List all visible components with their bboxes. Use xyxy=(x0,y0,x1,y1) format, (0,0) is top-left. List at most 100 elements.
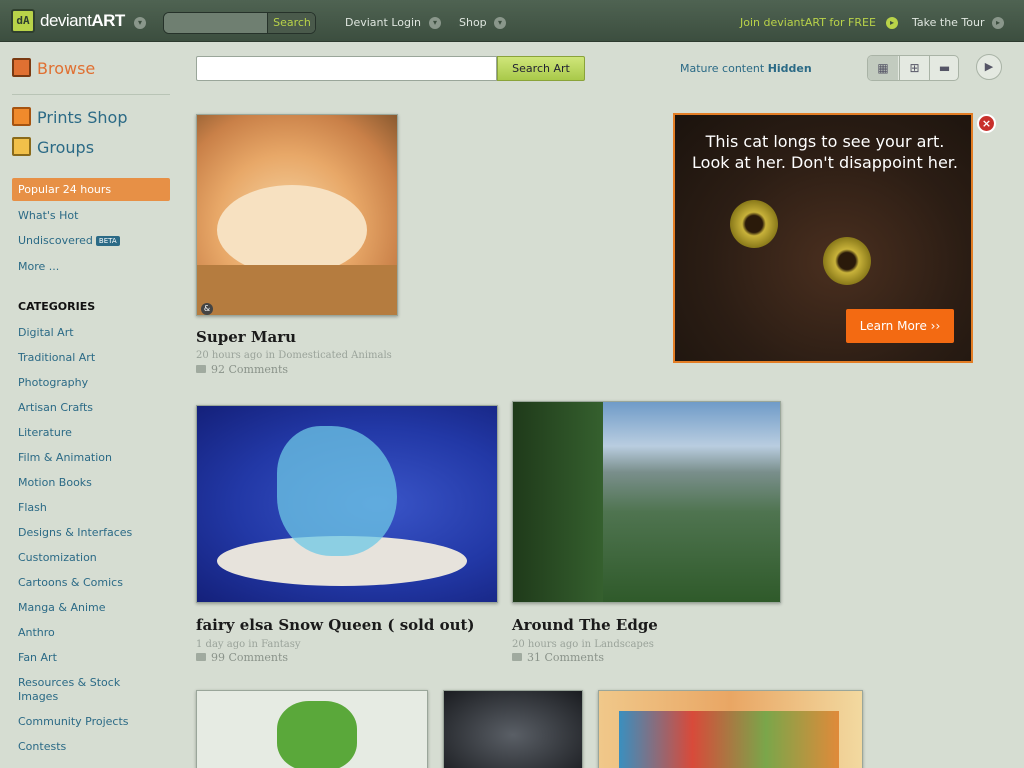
comments-count: 92 Comments xyxy=(211,363,289,376)
mature-label: Mature content xyxy=(680,62,765,75)
join-link[interactable]: Join deviantART for FREE xyxy=(740,16,876,29)
artwork-thumbnail-fairy-elsa[interactable] xyxy=(196,405,498,603)
artwork-comments[interactable]: 92 Comments xyxy=(196,363,288,376)
comment-icon xyxy=(196,653,206,661)
category-item[interactable]: Community Projects xyxy=(18,715,129,728)
artwork-title[interactable]: Around The Edge xyxy=(512,616,658,634)
top-search-box: Search xyxy=(163,12,316,34)
sidebar-more[interactable]: More ... xyxy=(18,260,59,273)
artwork-thumbnail-super-maru[interactable]: & xyxy=(196,114,398,316)
category-item[interactable]: Contests xyxy=(18,740,66,753)
mature-content-toggle[interactable]: Mature content Hidden xyxy=(680,62,812,75)
category-item[interactable]: Resources & Stock xyxy=(18,676,120,689)
sidebar-groups[interactable]: Groups xyxy=(12,137,94,159)
category-item[interactable]: Motion Books xyxy=(18,476,92,489)
sidebar-popular-24h[interactable]: Popular 24 hours xyxy=(12,178,170,201)
main-content: Search Art Mature content Hidden ▦ ⊞ ▬ ▶… xyxy=(185,42,1024,768)
category-item[interactable]: Traditional Art xyxy=(18,351,95,364)
undiscovered-label: Undiscovered xyxy=(18,234,93,247)
cat-eye-left-shape xyxy=(730,200,778,248)
category-item[interactable]: Manga & Anime xyxy=(18,601,106,614)
view-mode-switcher: ▦ ⊞ ▬ xyxy=(867,55,959,81)
artwork-thumbnail-dark-portrait[interactable] xyxy=(443,690,583,768)
deviant-login-chevron-icon[interactable]: ▾ xyxy=(429,17,441,29)
advertisement-banner[interactable]: This cat longs to see your art. Look at h… xyxy=(673,113,973,363)
dog-shape xyxy=(217,185,367,275)
category-item[interactable]: Literature xyxy=(18,426,72,439)
category-item[interactable]: Fan Art xyxy=(18,651,57,664)
ad-text: This cat longs to see your art. Look at h… xyxy=(685,131,965,173)
comments-count: 99 Comments xyxy=(211,651,289,664)
artwork-category[interactable]: Landscapes xyxy=(594,639,654,650)
ad-learn-more-button[interactable]: Learn More ›› xyxy=(846,309,954,343)
ad-close-icon[interactable]: × xyxy=(977,114,996,133)
slideshow-play-icon[interactable]: ▶ xyxy=(976,54,1002,80)
sidebar-undiscovered[interactable]: Undiscovered BETA xyxy=(18,234,120,247)
grid-small-view-icon[interactable]: ▦ xyxy=(868,56,898,80)
art-search-input[interactable] xyxy=(196,56,497,81)
ad-line-2: Look at her. Don't disappoint her. xyxy=(692,153,958,172)
beta-badge: BETA xyxy=(95,236,120,246)
category-item[interactable]: Designs & Interfaces xyxy=(18,526,132,539)
comment-icon xyxy=(196,365,206,373)
category-item[interactable]: Cartoons & Comics xyxy=(18,576,123,589)
tour-arrow-icon[interactable]: ▸ xyxy=(992,17,1004,29)
artwork-category[interactable]: Domesticated Animals xyxy=(278,350,392,361)
sidebar-whats-hot[interactable]: What's Hot xyxy=(18,209,78,222)
top-search-input[interactable] xyxy=(164,13,267,33)
sidebar-browse[interactable]: Browse xyxy=(12,58,95,80)
artwork-comments[interactable]: 31 Comments xyxy=(512,651,604,664)
artwork-comments[interactable]: 99 Comments xyxy=(196,651,288,664)
browse-label: Browse xyxy=(37,59,96,78)
category-item[interactable]: Flash xyxy=(18,501,47,514)
share-icon[interactable]: & xyxy=(201,303,213,315)
floor-mat-shape xyxy=(197,265,397,315)
artwork-thumbnail-link[interactable] xyxy=(196,690,428,768)
browse-icon xyxy=(12,58,31,77)
category-item[interactable]: Customization xyxy=(18,551,97,564)
logo-menu-chevron-icon[interactable]: ▾ xyxy=(134,17,146,29)
search-art-button[interactable]: Search Art xyxy=(497,56,585,81)
artwork-category[interactable]: Fantasy xyxy=(261,639,300,650)
mature-value: Hidden xyxy=(767,62,812,75)
artwork-time: 20 hours ago in xyxy=(512,639,592,650)
top-search-button[interactable]: Search xyxy=(267,13,315,33)
category-item[interactable]: Anthro xyxy=(18,626,55,639)
artwork-thumbnail-around-the-edge[interactable] xyxy=(512,401,781,603)
character-shape xyxy=(277,701,357,768)
category-item[interactable]: Digital Art xyxy=(18,326,74,339)
groups-house-icon xyxy=(12,137,31,156)
artwork-thumbnail-figures[interactable] xyxy=(598,690,863,768)
shop-link[interactable]: Shop xyxy=(459,16,487,29)
join-arrow-icon[interactable]: ▸ xyxy=(886,17,898,29)
category-item[interactable]: Images xyxy=(18,690,58,703)
sidebar: Browse Prints Shop Groups Popular 24 hou… xyxy=(0,42,185,768)
deviantart-logo-icon[interactable]: dA xyxy=(11,9,35,33)
artwork-title[interactable]: Super Maru xyxy=(196,328,296,346)
grid-large-view-icon[interactable]: ⊞ xyxy=(899,56,929,80)
deviant-login-link[interactable]: Deviant Login xyxy=(345,16,421,29)
sidebar-divider xyxy=(12,94,170,95)
comment-icon xyxy=(512,653,522,661)
ad-line-1: This cat longs to see your art. xyxy=(705,132,945,151)
category-item[interactable]: Artisan Crafts xyxy=(18,401,93,414)
artwork-meta: 1 day ago in Fantasy xyxy=(196,639,301,650)
list-view-icon[interactable]: ▬ xyxy=(929,56,958,80)
trees-shape xyxy=(513,402,603,602)
category-item[interactable]: Film & Animation xyxy=(18,451,112,464)
artwork-title[interactable]: fairy elsa Snow Queen ( sold out) xyxy=(196,616,475,634)
deviantart-logo-text[interactable]: deviantART xyxy=(40,11,125,31)
category-item[interactable]: Photography xyxy=(18,376,88,389)
cat-eye-right-shape xyxy=(823,237,871,285)
fairy-figure-shape xyxy=(277,426,397,556)
shopping-bag-icon xyxy=(12,107,31,126)
logo-text-regular: deviant xyxy=(40,11,92,30)
sidebar-prints-shop[interactable]: Prints Shop xyxy=(12,107,127,129)
groups-label: Groups xyxy=(37,138,95,157)
shop-chevron-icon[interactable]: ▾ xyxy=(494,17,506,29)
take-tour-link[interactable]: Take the Tour xyxy=(912,16,985,29)
artwork-meta: 20 hours ago in Domesticated Animals xyxy=(196,350,392,361)
artwork-time: 1 day ago in xyxy=(196,639,258,650)
artwork-time: 20 hours ago in xyxy=(196,350,276,361)
prints-shop-label: Prints Shop xyxy=(37,108,128,127)
